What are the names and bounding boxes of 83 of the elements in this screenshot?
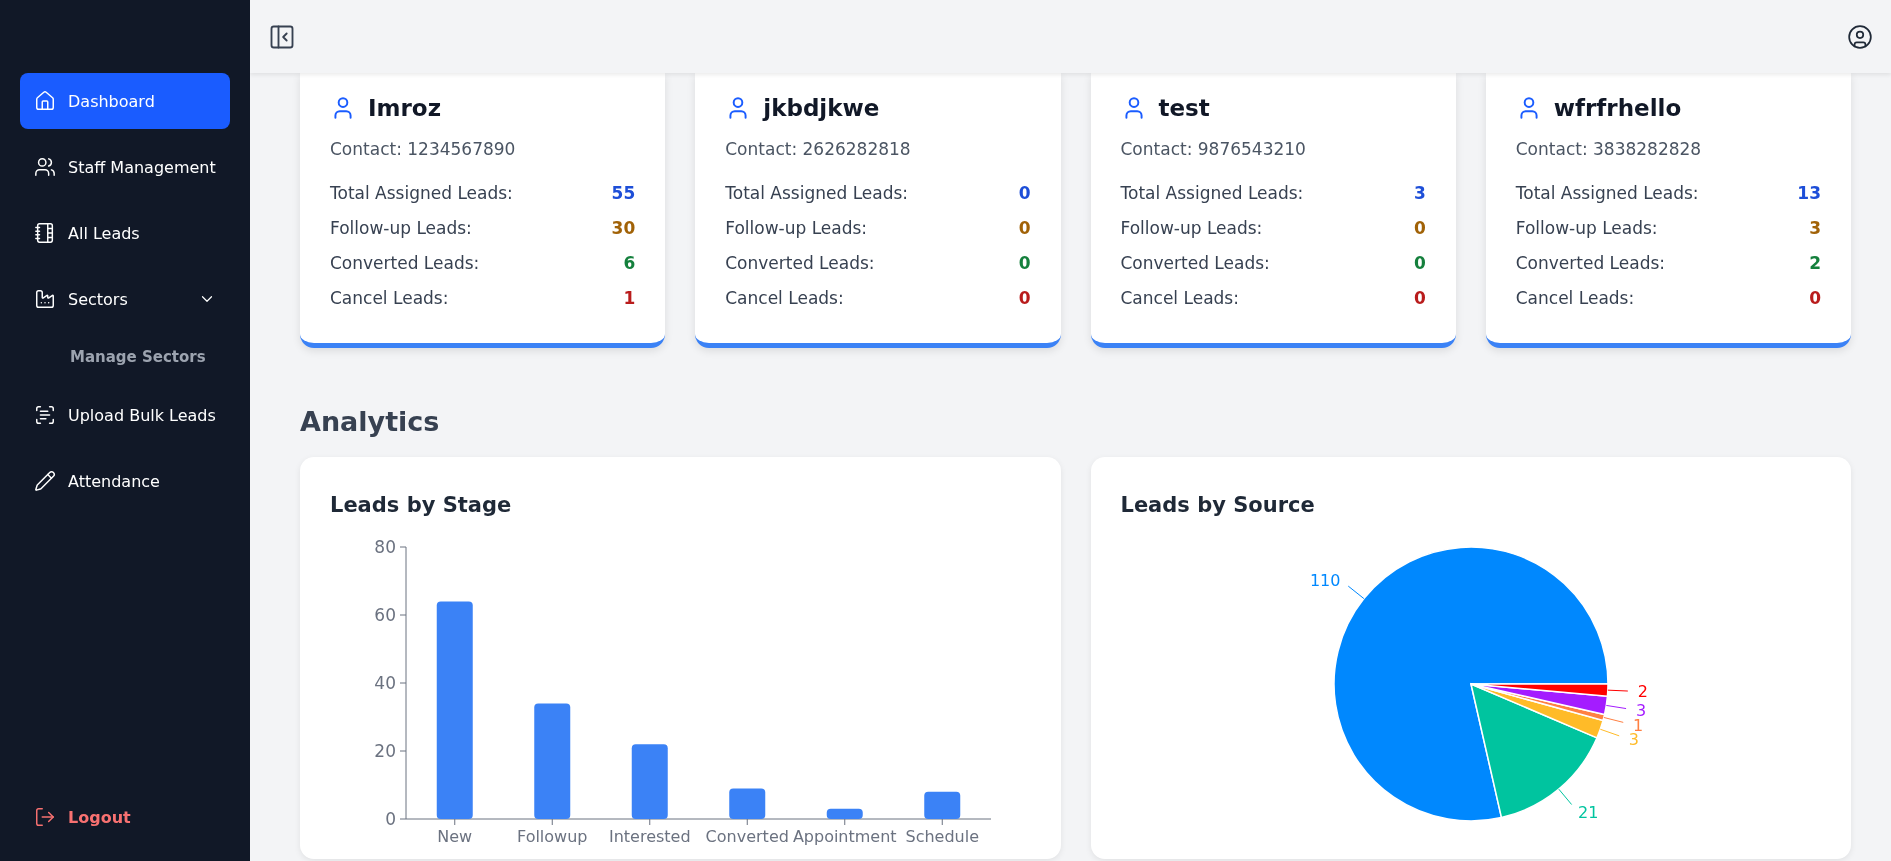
stat-label: Converted Leads: — [1515, 252, 1666, 273]
leader-line — [1606, 689, 1628, 692]
stat-label: Follow-up Leads: — [725, 217, 868, 238]
contact-text: Contact: 2626282818 — [725, 139, 912, 159]
y-tick-label: 40 — [374, 673, 396, 693]
contact-text: Contact: 9876543210 — [1120, 139, 1307, 159]
nav-item[interactable]: Sectors — [20, 271, 230, 327]
nav-item[interactable]: Attendance — [20, 453, 230, 509]
user-avatar-icon[interactable] — [1847, 23, 1873, 50]
chart-title: Leads by Source — [1120, 493, 1316, 517]
nav-item[interactable]: Staff Management — [20, 139, 230, 195]
notebook-icon — [34, 222, 56, 244]
x-tick-label: Schedule — [905, 827, 979, 846]
home-icon — [34, 90, 56, 112]
logout-link[interactable]: Logout — [20, 797, 230, 837]
stat-value: 30 — [611, 217, 636, 238]
stat-label: Cancel Leads: — [1120, 287, 1239, 308]
leader-line — [1602, 716, 1624, 723]
staff-name: Imroz — [368, 95, 442, 121]
stat-value: 6 — [623, 252, 636, 273]
bar — [924, 791, 961, 819]
logout-icon — [34, 806, 56, 828]
stat-value: 55 — [611, 182, 636, 203]
stat-value: 0 — [1413, 287, 1426, 308]
leader-line — [1347, 585, 1364, 600]
stat-value: 0 — [1413, 217, 1426, 238]
nav-item[interactable]: Dashboard — [20, 73, 230, 129]
stat-label: Total Assigned Leads: — [1515, 182, 1699, 203]
staff-name: wfrfrhello — [1553, 95, 1682, 121]
stat-label: Converted Leads: — [330, 252, 480, 273]
stat-label: Follow-up Leads: — [1120, 217, 1263, 238]
slice-value-label: 21 — [1577, 803, 1598, 823]
stat-value: 0 — [1018, 252, 1031, 273]
slice-value-label: 2 — [1637, 682, 1648, 702]
stat-label: Follow-up Leads: — [330, 217, 472, 238]
users-icon — [34, 156, 56, 178]
stat-label: Total Assigned Leads: — [725, 182, 909, 203]
x-tick-label: Converted — [705, 827, 789, 846]
bar — [826, 808, 863, 819]
stat-value: 0 — [1018, 287, 1031, 308]
x-tick-label: Appointment — [792, 827, 897, 846]
leader-line — [1599, 728, 1620, 737]
stat-value: 2 — [1809, 252, 1821, 273]
stat-value: 0 — [1413, 252, 1426, 273]
stat-label: Cancel Leads: — [330, 287, 449, 308]
bar — [729, 788, 766, 819]
staff-name: jkbdjkwe — [763, 95, 880, 121]
nav-item[interactable]: Upload Bulk Leads — [20, 387, 230, 443]
stat-value: 0 — [1809, 287, 1821, 308]
slice-value-label: 3 — [1628, 730, 1639, 750]
stat-label: Converted Leads: — [725, 252, 875, 273]
stat-value: 13 — [1797, 182, 1821, 203]
stat-label: Converted Leads: — [1120, 252, 1270, 273]
y-tick-label: 0 — [385, 809, 396, 829]
slice-value-label: 110 — [1309, 570, 1340, 590]
leader-line — [1557, 788, 1572, 805]
staff-name: test — [1158, 95, 1210, 121]
scan-icon — [34, 404, 56, 426]
stat-label: Cancel Leads: — [1515, 287, 1635, 308]
nav-item[interactable]: All Leads — [20, 205, 230, 261]
stat-label: Total Assigned Leads: — [1120, 182, 1304, 203]
stat-value: 1 — [623, 287, 636, 308]
y-tick-label: 20 — [374, 741, 396, 761]
y-tick-label: 60 — [374, 605, 396, 625]
stat-label: Follow-up Leads: — [1515, 217, 1658, 238]
chart-title: Leads by Stage — [330, 493, 513, 517]
leader-line — [1605, 704, 1627, 710]
nav-subitem[interactable]: Manage Sectors — [20, 337, 230, 377]
contact-text: Contact: 1234567890 — [330, 139, 517, 159]
x-tick-label: Followup — [517, 827, 588, 846]
stat-value: 0 — [1018, 217, 1031, 238]
stat-value: 3 — [1413, 182, 1426, 203]
factory-icon — [34, 288, 56, 310]
pencil-icon — [34, 470, 56, 492]
stat-value: 3 — [1809, 217, 1821, 238]
contact-text: Contact: 3838282828 — [1515, 139, 1703, 159]
stat-label: Total Assigned Leads: — [330, 182, 513, 203]
stat-label: Cancel Leads: — [725, 287, 844, 308]
x-tick-label: New — [437, 827, 473, 846]
y-tick-label: 80 — [374, 539, 396, 557]
section-title: Analytics — [300, 406, 441, 437]
x-tick-label: Interested — [608, 827, 691, 846]
stat-value: 0 — [1018, 182, 1031, 203]
